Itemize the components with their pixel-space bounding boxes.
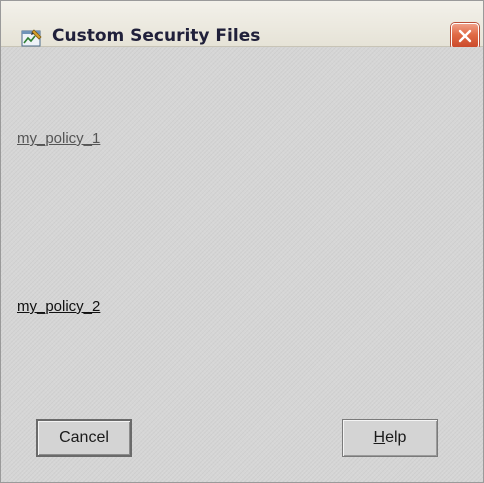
help-label-rest: elp xyxy=(385,429,407,446)
custom-security-files-dialog: Custom Security Files my_policy_1 my_pol… xyxy=(0,0,484,483)
help-button[interactable]: Help xyxy=(342,419,438,457)
cancel-button-label: Cancel xyxy=(59,429,109,446)
help-button-label: Help xyxy=(374,429,407,447)
title-bar[interactable]: Custom Security Files xyxy=(1,1,483,49)
cancel-button[interactable]: Cancel xyxy=(36,419,132,457)
security-files-icon xyxy=(21,28,43,48)
policy-link-my-policy-2[interactable]: my_policy_2 xyxy=(17,298,100,315)
help-mnemonic: H xyxy=(373,429,386,446)
close-button[interactable] xyxy=(451,23,479,49)
policy-link-my-policy-1[interactable]: my_policy_1 xyxy=(17,130,100,147)
window-title: Custom Security Files xyxy=(52,26,261,46)
dialog-content: my_policy_1 my_policy_2 Cancel Help xyxy=(1,47,483,482)
